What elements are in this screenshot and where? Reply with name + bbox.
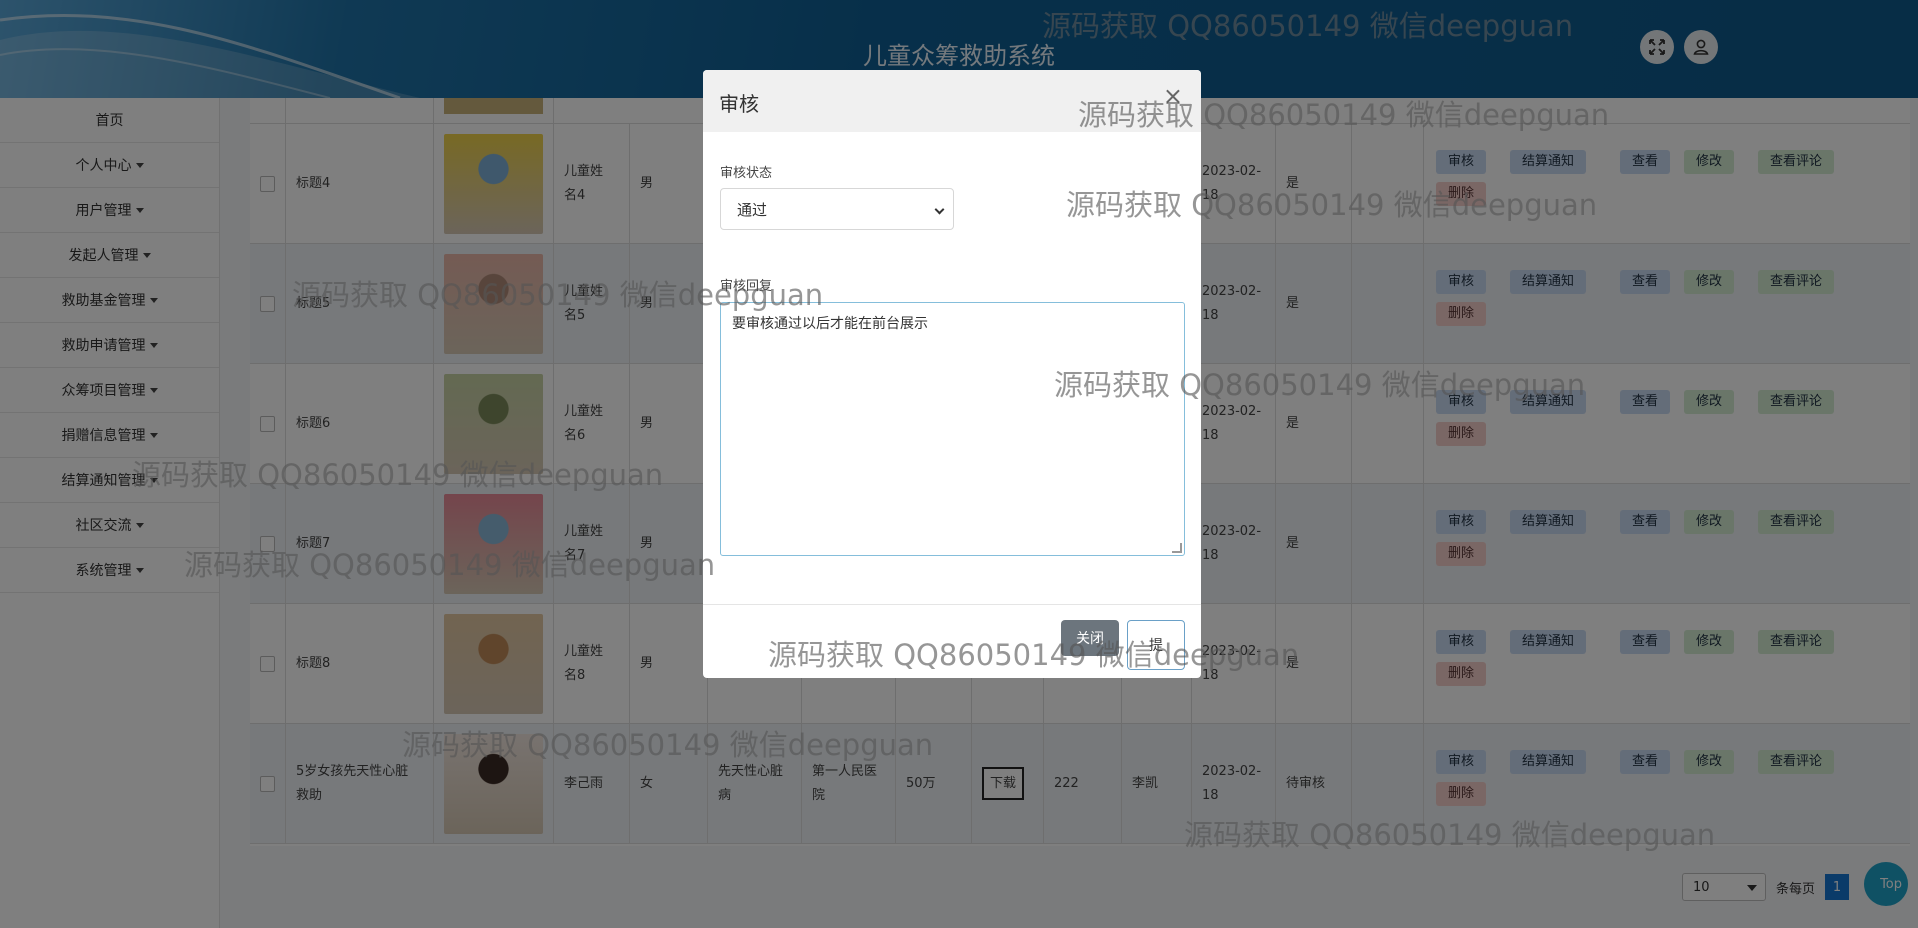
dialog-title: 审核: [719, 92, 759, 116]
watermark: 源码获取 QQ86050149 微信deepguan: [768, 638, 1300, 672]
dialog-footer: [703, 604, 1201, 605]
watermark: 源码获取 QQ86050149 微信deepguan: [402, 728, 934, 762]
watermark: 源码获取 QQ86050149 微信deepguan: [292, 278, 824, 312]
watermark: 源码获取 QQ86050149 微信deepguan: [132, 458, 664, 492]
watermark: 源码获取 QQ86050149 微信deepguan: [1066, 188, 1598, 222]
watermark: 源码获取 QQ86050149 微信deepguan: [1054, 368, 1586, 402]
chevron-down-icon: [934, 204, 945, 215]
watermark: 源码获取 QQ86050149 微信deepguan: [1078, 98, 1610, 132]
review-status-label: 审核状态: [720, 166, 773, 181]
watermark: 源码获取 QQ86050149 微信deepguan: [184, 548, 716, 582]
review-status-select[interactable]: 通过: [720, 188, 954, 230]
resize-handle-icon[interactable]: [1172, 543, 1182, 553]
app-root: 儿童众筹救助系统 首页 个人中心 用户管理 发起人管理 救助基金管理 救助申请管…: [0, 0, 1918, 928]
review-reply-textarea[interactable]: 要审核通过以后才能在前台展示: [720, 302, 1185, 556]
watermark: 源码获取 QQ86050149 微信deepguan: [1042, 9, 1574, 43]
watermark: 源码获取 QQ86050149 微信deepguan: [1184, 818, 1716, 852]
